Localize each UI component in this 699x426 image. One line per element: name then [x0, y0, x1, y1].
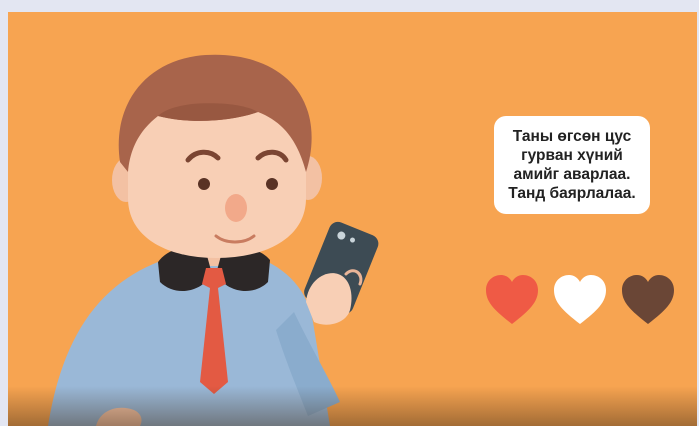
heart-icon: [486, 275, 538, 324]
hearts-row: [484, 274, 684, 334]
animation-scene: Таны өгсөн цус гурван хүний амийг аварла…: [8, 12, 697, 426]
heart-brown-shape: [622, 275, 674, 324]
man-with-phone-illustration: [48, 54, 379, 426]
video-frame: Таны өгсөн цус гурван хүний амийг аварла…: [0, 0, 699, 426]
speech-bubble: Таны өгсөн цус гурван хүний амийг аварла…: [494, 116, 650, 214]
thank-you-message: Таны өгсөн цус гурван хүний амийг аварла…: [508, 128, 636, 202]
video-bottom-shade: [8, 386, 697, 426]
heart-red-shape: [486, 275, 538, 324]
heart-icon: [554, 275, 606, 324]
heart-white-shape: [554, 275, 606, 324]
heart-icon: [622, 275, 674, 324]
